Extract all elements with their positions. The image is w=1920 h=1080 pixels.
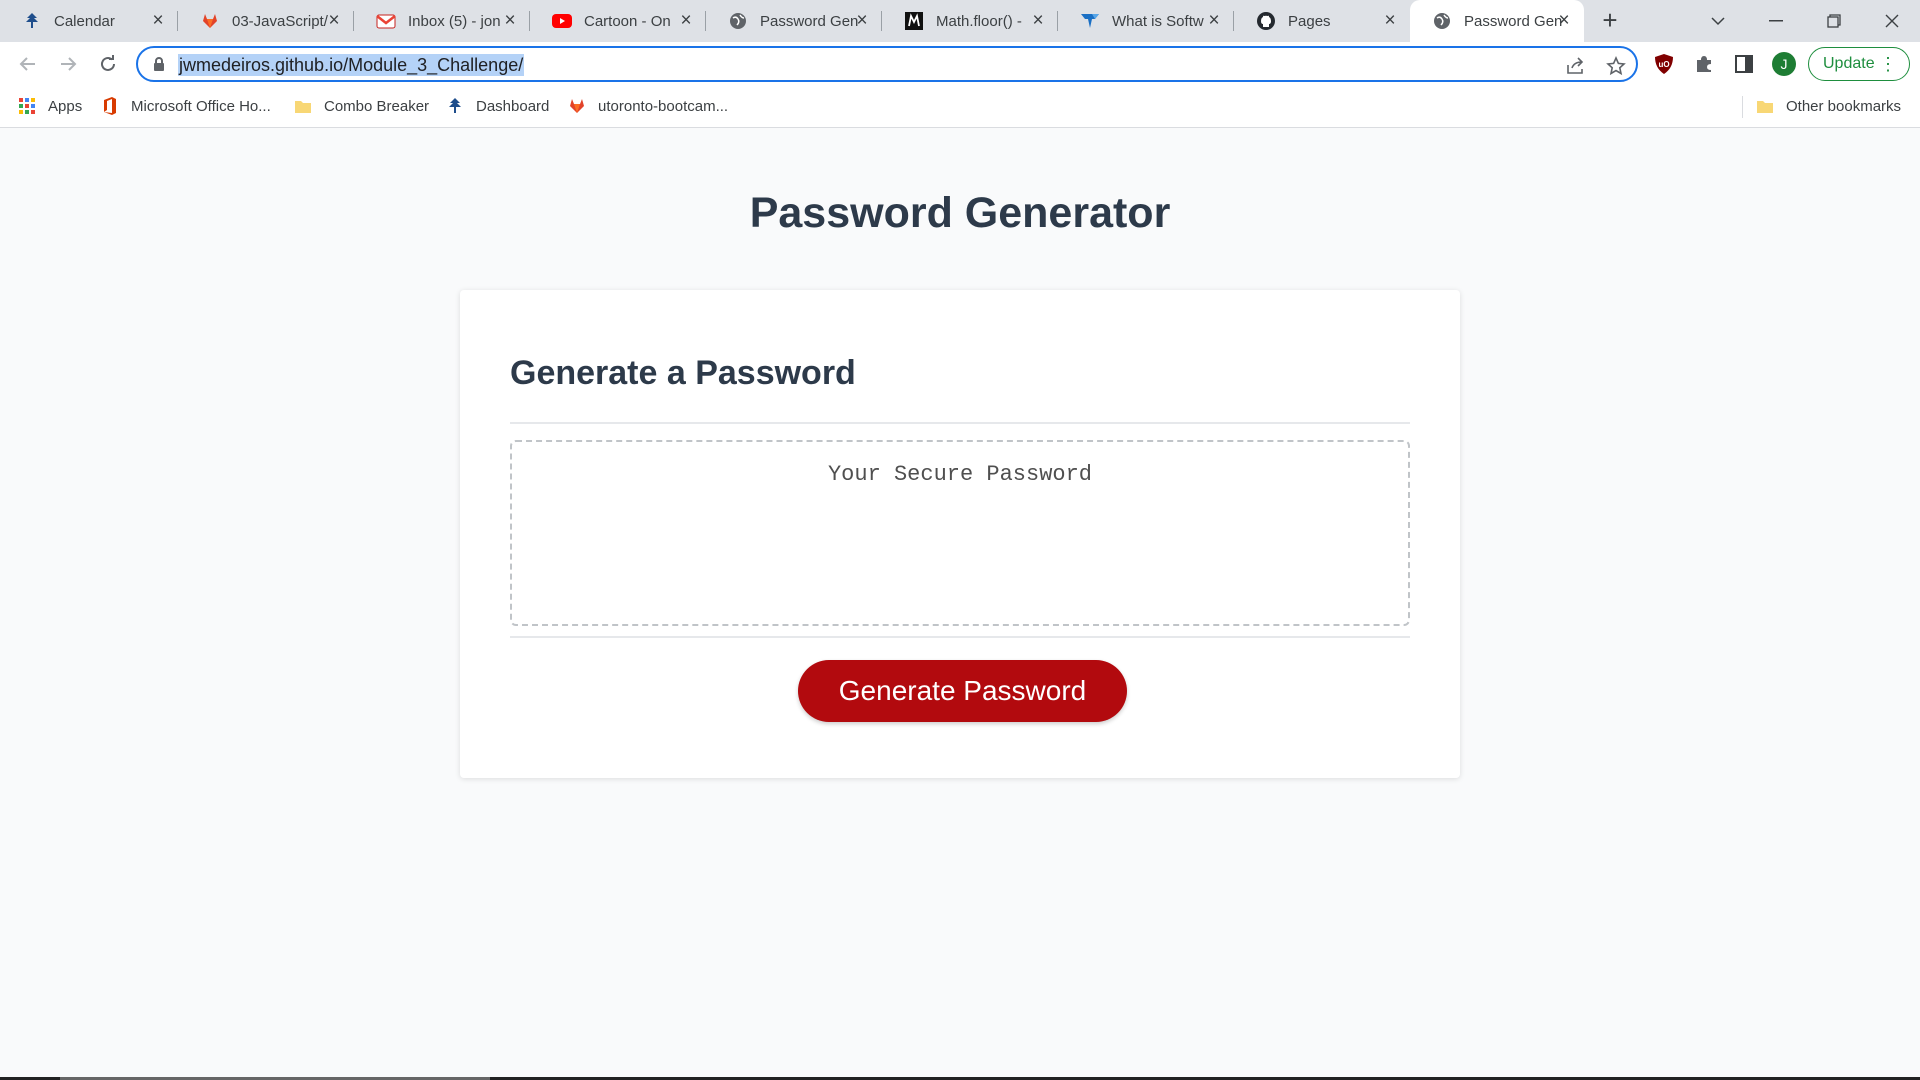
close-tab-icon[interactable]: × xyxy=(1204,11,1224,31)
close-tab-icon[interactable]: × xyxy=(500,11,520,31)
url-text[interactable]: jwmedeiros.github.io/Module_3_Challenge/ xyxy=(178,54,525,76)
page-title: Password Generator xyxy=(749,189,1171,237)
extensions-puzzle-icon[interactable] xyxy=(1692,52,1716,76)
bookmark-star-icon[interactable] xyxy=(1604,54,1628,78)
side-panel-icon[interactable] xyxy=(1732,52,1756,76)
bookmark-label: Dashboard xyxy=(476,97,550,115)
card-footer-divider xyxy=(510,636,1410,638)
tab-math-floor[interactable]: Math.floor() - × xyxy=(882,0,1058,42)
forward-button[interactable] xyxy=(54,50,82,78)
back-button[interactable] xyxy=(14,50,42,78)
globe-icon xyxy=(1432,11,1452,31)
minimize-button[interactable] xyxy=(1748,0,1804,42)
page-content: Password Generator Generate a Password G… xyxy=(0,129,1920,1080)
close-tab-icon[interactable]: × xyxy=(852,11,872,31)
gmail-icon xyxy=(376,11,396,31)
close-tab-icon[interactable]: × xyxy=(148,11,168,31)
tab-inbox[interactable]: Inbox (5) - jon × xyxy=(354,0,530,42)
tree-logo-icon xyxy=(446,97,464,115)
youtube-icon xyxy=(552,11,572,31)
close-tab-icon[interactable]: × xyxy=(324,11,344,31)
minimize-icon xyxy=(1769,20,1783,22)
tab-pages[interactable]: Pages × xyxy=(1234,0,1410,42)
bookmark-dashboard[interactable]: Dashboard xyxy=(446,86,549,126)
bookmark-apps[interactable]: Apps xyxy=(18,86,82,126)
bookmarks-bar: Apps Microsoft Office Ho... Combo Breake… xyxy=(0,86,1920,128)
reload-button[interactable] xyxy=(94,50,122,78)
svg-text:uO: uO xyxy=(1658,60,1669,69)
close-icon xyxy=(1885,14,1899,28)
restore-icon xyxy=(1827,14,1841,28)
forward-arrow-icon xyxy=(61,57,77,71)
tab-title: 03-JavaScript/ xyxy=(232,12,328,30)
tab-title: Pages xyxy=(1288,12,1331,30)
close-tab-icon[interactable]: × xyxy=(1554,11,1574,31)
card-header-divider xyxy=(510,422,1410,424)
close-tab-icon[interactable]: × xyxy=(676,11,696,31)
chevron-down-icon xyxy=(1711,17,1725,26)
bookmark-label: utoronto-bootcam... xyxy=(598,97,729,115)
bookmark-microsoft-office[interactable]: Microsoft Office Ho... xyxy=(101,86,271,126)
bookmark-other-bookmarks[interactable]: Other bookmarks xyxy=(1756,86,1901,126)
tab-title: Cartoon - On xyxy=(584,12,671,30)
ublock-icon[interactable]: uO xyxy=(1652,52,1676,76)
close-tab-icon[interactable]: × xyxy=(1380,11,1400,31)
share-icon[interactable] xyxy=(1564,54,1588,78)
bookmark-utoronto-bootcamp[interactable]: utoronto-bootcam... xyxy=(568,86,728,126)
lock-icon[interactable] xyxy=(152,56,168,72)
tab-title: Math.floor() - xyxy=(936,12,1022,30)
bookmark-label: Microsoft Office Ho... xyxy=(131,97,271,115)
close-window-button[interactable] xyxy=(1864,0,1920,42)
gitlab-icon xyxy=(568,97,586,115)
tab-title: Password Gen xyxy=(760,12,859,30)
tab-title: Inbox (5) - jon xyxy=(408,12,501,30)
mdn-icon xyxy=(904,11,924,31)
tab-cartoon[interactable]: Cartoon - On × xyxy=(530,0,706,42)
bookmark-combo-breaker[interactable]: Combo Breaker xyxy=(294,86,429,126)
reload-icon xyxy=(101,55,115,71)
tab-what-is-software[interactable]: What is Softw × xyxy=(1058,0,1234,42)
browser-toolbar: jwmedeiros.github.io/Module_3_Challenge/… xyxy=(0,42,1920,86)
github-icon xyxy=(1256,11,1276,31)
techtarget-icon xyxy=(1080,11,1100,31)
tab-strip: Calendar × 03-JavaScript/ × Inbox (5) - … xyxy=(0,0,1920,42)
update-label: Update xyxy=(1823,55,1875,72)
tab-password-gen-1[interactable]: Password Gen × xyxy=(706,0,882,42)
office-icon xyxy=(101,97,119,115)
gitlab-icon xyxy=(200,11,220,31)
bookmark-label: Other bookmarks xyxy=(1786,97,1902,115)
folder-icon xyxy=(294,97,312,115)
more-menu-icon[interactable]: ⋮ xyxy=(1879,48,1897,80)
update-button[interactable]: Update ⋮ xyxy=(1808,47,1910,81)
password-output[interactable] xyxy=(510,440,1410,626)
restore-button[interactable] xyxy=(1806,0,1862,42)
globe-icon xyxy=(728,11,748,31)
tree-logo-icon xyxy=(22,11,42,31)
tab-title: What is Softw xyxy=(1112,12,1204,30)
tab-title: Password Gen xyxy=(1464,12,1563,30)
new-tab-button[interactable]: + xyxy=(1597,7,1623,34)
bookmark-label: Apps xyxy=(48,97,83,115)
tab-search-button[interactable] xyxy=(1690,0,1746,42)
bookmarks-divider xyxy=(1742,96,1743,118)
profile-avatar[interactable]: J xyxy=(1772,52,1796,76)
close-tab-icon[interactable]: × xyxy=(1028,11,1048,31)
apps-grid-icon xyxy=(18,97,36,115)
generate-password-button[interactable]: Generate Password xyxy=(798,660,1127,722)
bookmark-label: Combo Breaker xyxy=(324,97,430,115)
tab-title: Calendar xyxy=(54,12,115,30)
card-heading: Generate a Password xyxy=(510,354,856,392)
address-bar[interactable]: jwmedeiros.github.io/Module_3_Challenge/ xyxy=(136,46,1638,82)
generator-card: Generate a Password Generate Password xyxy=(460,290,1460,778)
back-arrow-icon xyxy=(19,57,35,71)
tab-password-gen-active[interactable]: Password Gen × xyxy=(1410,0,1584,42)
tab-javascript[interactable]: 03-JavaScript/ × xyxy=(178,0,354,42)
tab-calendar[interactable]: Calendar × xyxy=(0,0,178,42)
folder-icon xyxy=(1756,97,1774,115)
